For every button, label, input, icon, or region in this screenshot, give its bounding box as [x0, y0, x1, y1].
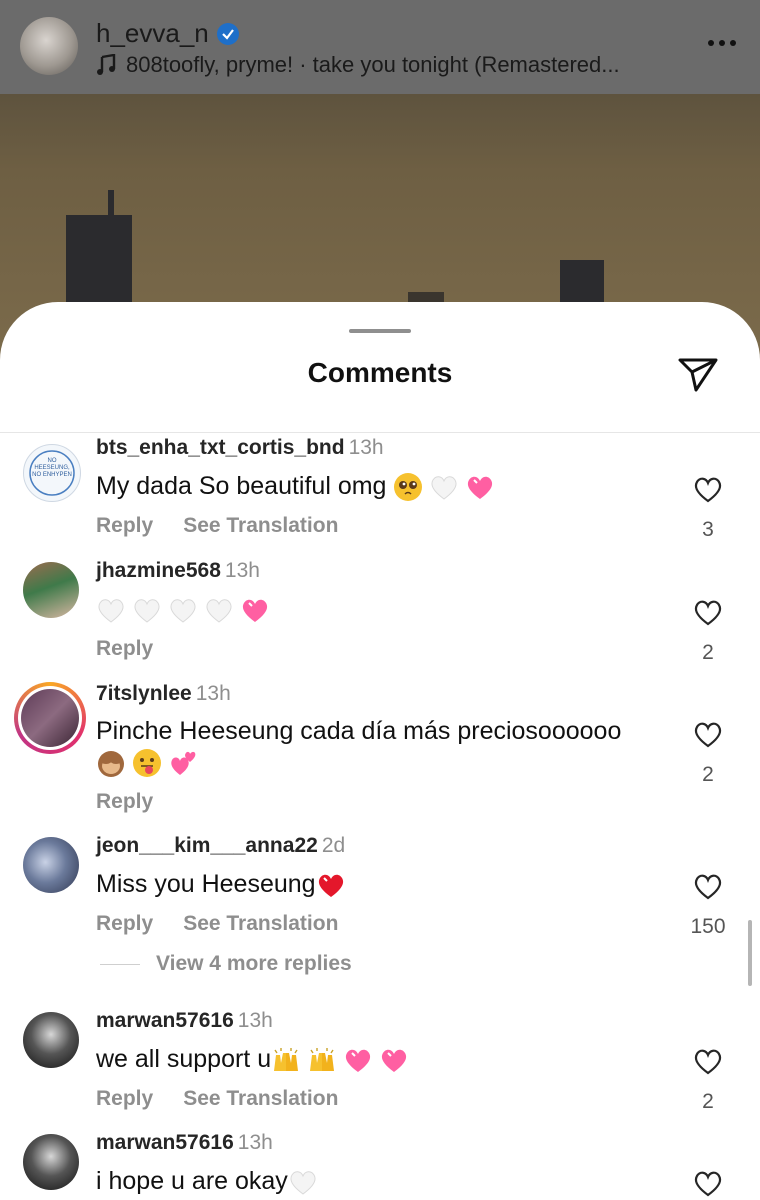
story-ring-avatar[interactable]: [14, 682, 86, 754]
like-heart-icon[interactable]: [692, 597, 724, 627]
divider: [100, 963, 140, 965]
comment-header: marwan57616 13h: [96, 1131, 273, 1155]
comment-time: 13h: [224, 559, 260, 582]
avatar[interactable]: NO HEESEUNG, NO ENHYPEN: [23, 444, 81, 502]
like-heart-icon[interactable]: [692, 474, 724, 504]
comment-username[interactable]: jhazmine568: [96, 559, 221, 582]
comment-text: Pinche Heeseung cada día más preciosoooo…: [96, 717, 622, 745]
divider: [0, 432, 760, 433]
see-translation-button[interactable]: See Translation: [183, 912, 338, 936]
comment-text: [96, 593, 270, 625]
music-text: 808toofly, pryme! · take you tonight (Re…: [126, 52, 620, 77]
comment-time: 13h: [237, 1009, 273, 1032]
post-username[interactable]: h_evva_n: [96, 18, 209, 49]
reply-button[interactable]: Reply: [96, 514, 153, 538]
avatar[interactable]: [23, 1134, 79, 1190]
avatar[interactable]: [23, 1012, 79, 1068]
sheet-title: Comments: [307, 357, 453, 388]
see-translation-button[interactable]: See Translation: [183, 1087, 338, 1111]
pink-heart-icon: [242, 600, 268, 623]
comment-username[interactable]: jeon___kim___anna22: [96, 834, 318, 857]
comment-header: jhazmine568 13h: [96, 559, 260, 583]
pink-heart-icon: [468, 477, 493, 500]
pink-heart-icon: [382, 1050, 407, 1073]
white-heart-icon: [170, 599, 196, 624]
comment-time: 2d: [321, 834, 346, 857]
white-heart-icon: [290, 1171, 316, 1196]
comment-username[interactable]: bts_enha_txt_cortis_bnd: [96, 436, 345, 459]
comment-text: i hope u are okay: [96, 1165, 318, 1197]
comment-username[interactable]: 7itslynlee: [96, 682, 192, 705]
like-heart-icon[interactable]: [692, 1168, 724, 1198]
comment-time: 13h: [195, 682, 231, 705]
comment-text: Miss you Heeseung: [96, 868, 346, 900]
post-author-avatar[interactable]: [20, 17, 78, 75]
comment-actions: Reply See Translation: [96, 1087, 338, 1111]
comment-actions: Reply See Translation: [96, 514, 338, 538]
post-header: h_evva_n 808toofly, pryme! · take you to…: [0, 0, 760, 94]
like-count: 2: [702, 1090, 714, 1113]
comment-emojis: [96, 746, 198, 778]
view-more-replies-button[interactable]: View 4 more replies: [100, 952, 352, 976]
comment-header: 7itslynlee 13h: [96, 682, 231, 706]
comment-time: 13h: [348, 436, 384, 459]
post-author[interactable]: h_evva_n: [96, 18, 239, 49]
raising-hands-icon: [274, 1048, 299, 1072]
comment-username[interactable]: marwan57616: [96, 1131, 234, 1154]
verified-badge-icon: [216, 22, 239, 45]
comment-actions: Reply: [96, 790, 153, 814]
like-count: 150: [690, 915, 726, 938]
white-heart-icon: [134, 599, 160, 624]
building-antenna: [108, 190, 114, 216]
raising-hands-icon: [310, 1048, 335, 1072]
comment-text: My dada So beautiful omg: [96, 470, 495, 502]
comment-time: 13h: [237, 1131, 273, 1154]
avatar[interactable]: [23, 837, 79, 893]
like-heart-icon[interactable]: [692, 1046, 724, 1076]
view-more-label: View 4 more replies: [156, 952, 352, 975]
red-heart-icon: [318, 875, 343, 898]
more-options-icon[interactable]: [708, 40, 736, 46]
reply-button[interactable]: Reply: [96, 912, 153, 936]
comment-actions: Reply See Translation: [96, 912, 338, 936]
share-icon[interactable]: [676, 352, 720, 396]
white-heart-icon: [431, 476, 458, 501]
like-heart-icon[interactable]: [692, 719, 724, 749]
scrollbar[interactable]: [748, 920, 752, 986]
music-note-icon: [97, 54, 116, 75]
comment-header: marwan57616 13h: [96, 1009, 273, 1033]
comment-username[interactable]: marwan57616: [96, 1009, 234, 1032]
like-count: 2: [702, 763, 714, 786]
like-count: 2: [702, 641, 714, 664]
revolving-hearts-icon: [171, 752, 196, 776]
like-count: 3: [702, 518, 714, 541]
reply-button[interactable]: Reply: [96, 637, 153, 661]
pleading-face-icon: [394, 473, 423, 502]
comments-sheet: Comments NO HEESEUNG, NO ENHYPEN bts_enh…: [0, 302, 760, 1200]
white-heart-icon: [206, 599, 232, 624]
comment-header: jeon___kim___anna22 2d: [96, 834, 345, 858]
reply-button[interactable]: Reply: [96, 1087, 153, 1111]
tongue-face-icon: [133, 749, 161, 778]
avatar-label: NO HEESEUNG, NO ENHYPEN: [32, 458, 72, 478]
comment-header: bts_enha_txt_cortis_bnd 13h: [96, 436, 384, 460]
like-heart-icon[interactable]: [692, 871, 724, 901]
see-translation-button[interactable]: See Translation: [183, 514, 338, 538]
pink-heart-icon: [346, 1050, 371, 1073]
comment-actions: Reply: [96, 637, 153, 661]
see-no-evil-monkey-icon: [98, 751, 124, 778]
post-music-label[interactable]: 808toofly, pryme! · take you tonight (Re…: [96, 52, 620, 78]
sheet-drag-handle[interactable]: [349, 329, 411, 333]
comment-text: we all support u: [96, 1043, 409, 1075]
white-heart-icon: [98, 599, 124, 624]
reply-button[interactable]: Reply: [96, 790, 153, 814]
avatar[interactable]: [23, 562, 79, 618]
